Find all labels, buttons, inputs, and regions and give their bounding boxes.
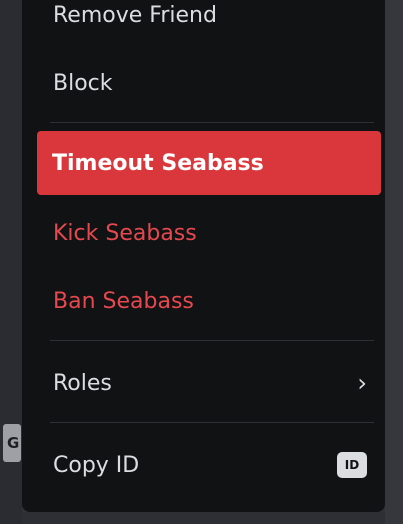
id-badge-icon: ID [337,452,367,478]
context-menu: Remove Friend Block Timeout Seabass Kick… [22,0,385,512]
menu-item-label: Block [53,70,113,96]
menu-separator [50,122,374,123]
background-bottom-strip [22,512,385,524]
chevron-right-icon: › [357,369,367,397]
background-peek-chip: G [3,424,21,462]
background-right-panel [385,0,403,524]
menu-item-label: Copy ID [53,452,140,478]
menu-item-timeout[interactable]: Timeout Seabass [37,131,381,195]
menu-item-label: Roles [53,370,112,396]
menu-item-ban[interactable]: Ban Seabass [38,278,382,324]
menu-item-label: Timeout Seabass [52,150,264,176]
menu-item-label: Remove Friend [53,2,217,28]
menu-item-remove-friend[interactable]: Remove Friend [38,0,382,38]
menu-item-label: Kick Seabass [53,220,197,246]
menu-item-kick[interactable]: Kick Seabass [38,210,382,256]
menu-item-block[interactable]: Block [38,60,382,106]
menu-item-label: Ban Seabass [53,288,194,314]
menu-separator [50,340,374,341]
menu-separator [50,422,374,423]
menu-item-roles[interactable]: Roles › [38,360,382,406]
menu-item-copy-id[interactable]: Copy ID ID [38,442,382,488]
